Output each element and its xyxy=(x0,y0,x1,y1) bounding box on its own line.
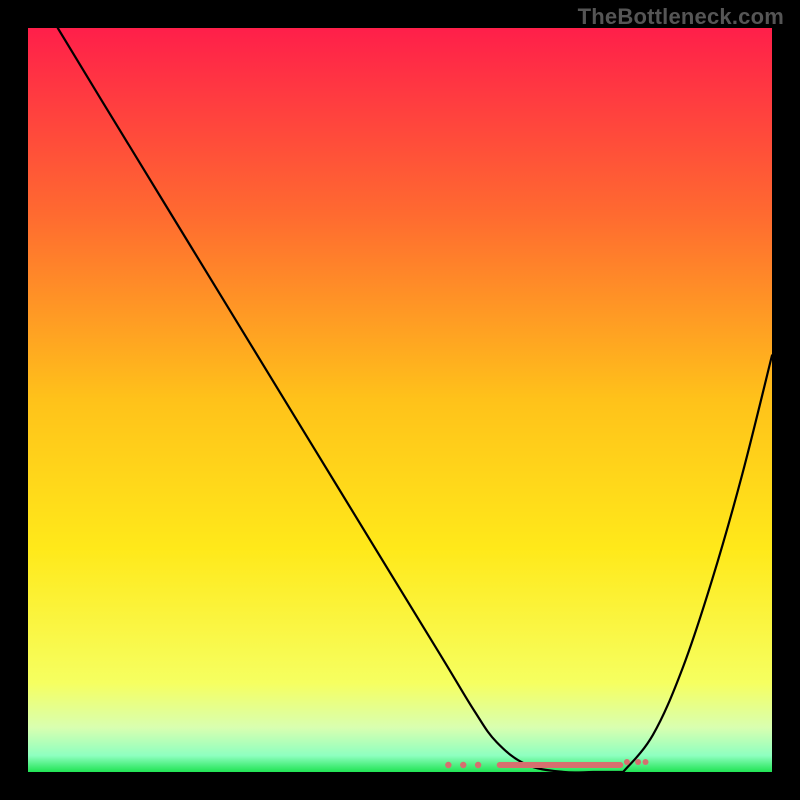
watermark-text: TheBottleneck.com xyxy=(578,4,784,30)
chart-plot-area xyxy=(28,28,772,772)
chart-bottom-accents xyxy=(28,28,772,772)
